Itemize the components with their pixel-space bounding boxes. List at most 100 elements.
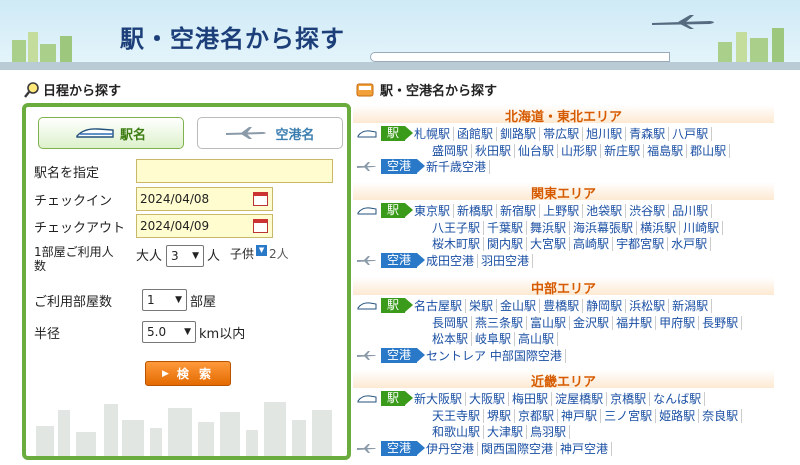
station-link[interactable]: 新潟駅: [669, 299, 713, 313]
station-link[interactable]: 梅田駅: [509, 392, 553, 406]
station-link[interactable]: 静岡駅: [583, 299, 627, 313]
station-link[interactable]: 天王寺駅: [432, 409, 485, 423]
station-link[interactable]: 帯広駅: [540, 127, 584, 141]
station-link[interactable]: 金山駅: [497, 299, 541, 313]
station-link[interactable]: 宇都宮駅: [613, 237, 669, 251]
search-button-label: 検 索: [176, 367, 215, 381]
station-link[interactable]: 東京駅: [414, 204, 455, 218]
radius-select[interactable]: 5.0 ▼: [142, 321, 196, 343]
station-link[interactable]: 福井駅: [613, 316, 657, 330]
station-line: 駅 札幌駅 函館駅 釧路駅 帯広駅 旭川駅 青森駅 八戸駅: [353, 125, 713, 142]
cityscape-decoration: [26, 396, 347, 456]
station-link[interactable]: 淀屋橋駅: [552, 392, 608, 406]
station-link[interactable]: 福島駅: [644, 144, 688, 158]
station-links: 八王子駅 千葉駅 舞浜駅 海浜幕張駅 横浜駅 川崎駅: [432, 219, 724, 236]
station-link[interactable]: 新宿駅: [497, 204, 541, 218]
station-link[interactable]: 燕三条駅: [472, 316, 528, 330]
station-link[interactable]: 新大阪駅: [414, 392, 467, 406]
children-toggle-icon[interactable]: ▼: [256, 245, 268, 256]
station-link[interactable]: 上野駅: [540, 204, 584, 218]
station-link[interactable]: 富山駅: [527, 316, 571, 330]
station-link[interactable]: 八王子駅: [432, 221, 485, 235]
checkin-input[interactable]: 2024/04/08: [136, 187, 273, 211]
station-link[interactable]: 大宮駅: [527, 237, 571, 251]
station-link[interactable]: 岐阜駅: [472, 332, 516, 346]
station-link[interactable]: 長野駅: [699, 316, 743, 330]
airplane-icon: [353, 444, 381, 453]
tab-airport[interactable]: 空港名: [197, 117, 343, 149]
checkin-label: チェックイン: [34, 193, 113, 209]
station-link[interactable]: 姫路駅: [656, 409, 700, 423]
bullet-train-icon: [370, 52, 670, 62]
station-link[interactable]: 神戸駅: [558, 409, 602, 423]
schedule-search-heading: 日程から探す: [24, 80, 121, 99]
station-link[interactable]: 栄駅: [466, 299, 498, 313]
calendar-icon[interactable]: [253, 192, 268, 206]
station-link[interactable]: 関内駅: [484, 237, 528, 251]
station-links: 長岡駅 燕三条駅 富山駅 金沢駅 福井駅 甲府駅 長野駅: [432, 314, 743, 331]
airport-tag: 空港: [381, 253, 426, 268]
station-link[interactable]: 豊橋駅: [540, 299, 584, 313]
station-link[interactable]: 松本駅: [432, 332, 473, 346]
adults-select[interactable]: 3 ▼: [166, 245, 205, 267]
airport-link[interactable]: 神戸空港: [557, 442, 613, 456]
station-link[interactable]: 海浜幕張駅: [570, 221, 638, 235]
station-link[interactable]: 池袋駅: [583, 204, 627, 218]
calendar-icon[interactable]: [253, 219, 268, 233]
station-link[interactable]: 名古屋駅: [414, 299, 467, 313]
station-link[interactable]: 函館駅: [454, 127, 498, 141]
station-link[interactable]: 大阪駅: [466, 392, 510, 406]
airport-link[interactable]: 羽田空港: [478, 254, 534, 268]
station-link[interactable]: 甲府駅: [656, 316, 700, 330]
airport-link[interactable]: 関西国際空港: [478, 442, 558, 456]
station-link[interactable]: 川崎駅: [680, 221, 724, 235]
airplane-icon: [353, 162, 381, 171]
airport-link[interactable]: 新千歳空港: [426, 160, 491, 174]
station-link[interactable]: 仙台駅: [515, 144, 559, 158]
station-link[interactable]: 長岡駅: [432, 316, 473, 330]
station-link[interactable]: 盛岡駅: [432, 144, 473, 158]
station-link[interactable]: 渋谷駅: [626, 204, 670, 218]
station-link[interactable]: 鳥羽駅: [527, 425, 571, 439]
checkout-input[interactable]: 2024/04/09: [136, 214, 273, 238]
station-link[interactable]: なんば駅: [650, 392, 706, 406]
station-link[interactable]: 新橋駅: [454, 204, 498, 218]
station-link[interactable]: 大津駅: [484, 425, 528, 439]
airport-link[interactable]: 伊丹空港: [426, 442, 479, 456]
station-link[interactable]: 高崎駅: [570, 237, 614, 251]
station-link[interactable]: 千葉駅: [484, 221, 528, 235]
station-link[interactable]: 奈良駅: [699, 409, 743, 423]
station-link[interactable]: 八戸駅: [669, 127, 713, 141]
airplane-icon: [650, 14, 720, 30]
station-link[interactable]: 三ノ宮駅: [601, 409, 657, 423]
station-link[interactable]: 新庄駅: [601, 144, 645, 158]
station-link[interactable]: 青森駅: [626, 127, 670, 141]
station-link[interactable]: 山形駅: [558, 144, 602, 158]
station-link[interactable]: 金沢駅: [570, 316, 614, 330]
station-link[interactable]: 郡山駅: [687, 144, 731, 158]
station-link[interactable]: 堺駅: [484, 409, 516, 423]
station-link[interactable]: 舞浜駅: [527, 221, 571, 235]
region-title: 北海道・東北エリア: [504, 110, 622, 125]
station-link[interactable]: 京都駅: [515, 409, 559, 423]
station-link[interactable]: 札幌駅: [414, 127, 455, 141]
station-link[interactable]: 旭川駅: [583, 127, 627, 141]
station-link[interactable]: 京橋駅: [607, 392, 651, 406]
search-button[interactable]: ▶ 検 索: [145, 361, 231, 386]
station-input[interactable]: [136, 159, 333, 183]
station-link[interactable]: 浜松駅: [626, 299, 670, 313]
station-link[interactable]: 釧路駅: [497, 127, 541, 141]
station-link[interactable]: 和歌山駅: [432, 425, 485, 439]
tab-station[interactable]: 駅名: [38, 117, 184, 149]
station-link[interactable]: 横浜駅: [637, 221, 681, 235]
station-link[interactable]: 桜木町駅: [432, 237, 485, 251]
station-line: 駅 名古屋駅 栄駅 金山駅 豊橋駅 静岡駅 浜松駅 新潟駅: [353, 297, 713, 314]
airport-link[interactable]: 成田空港: [426, 254, 479, 268]
airport-link[interactable]: セントレア 中部国際空港: [426, 349, 566, 363]
station-link[interactable]: 品川駅: [669, 204, 713, 218]
station-links: 盛岡駅 秋田駅 仙台駅 山形駅 新庄駅 福島駅 郡山駅: [432, 142, 731, 159]
station-link[interactable]: 高山駅: [515, 332, 559, 346]
station-link[interactable]: 秋田駅: [472, 144, 516, 158]
station-link[interactable]: 水戸駅: [668, 237, 712, 251]
rooms-select[interactable]: 1 ▼: [142, 289, 187, 311]
